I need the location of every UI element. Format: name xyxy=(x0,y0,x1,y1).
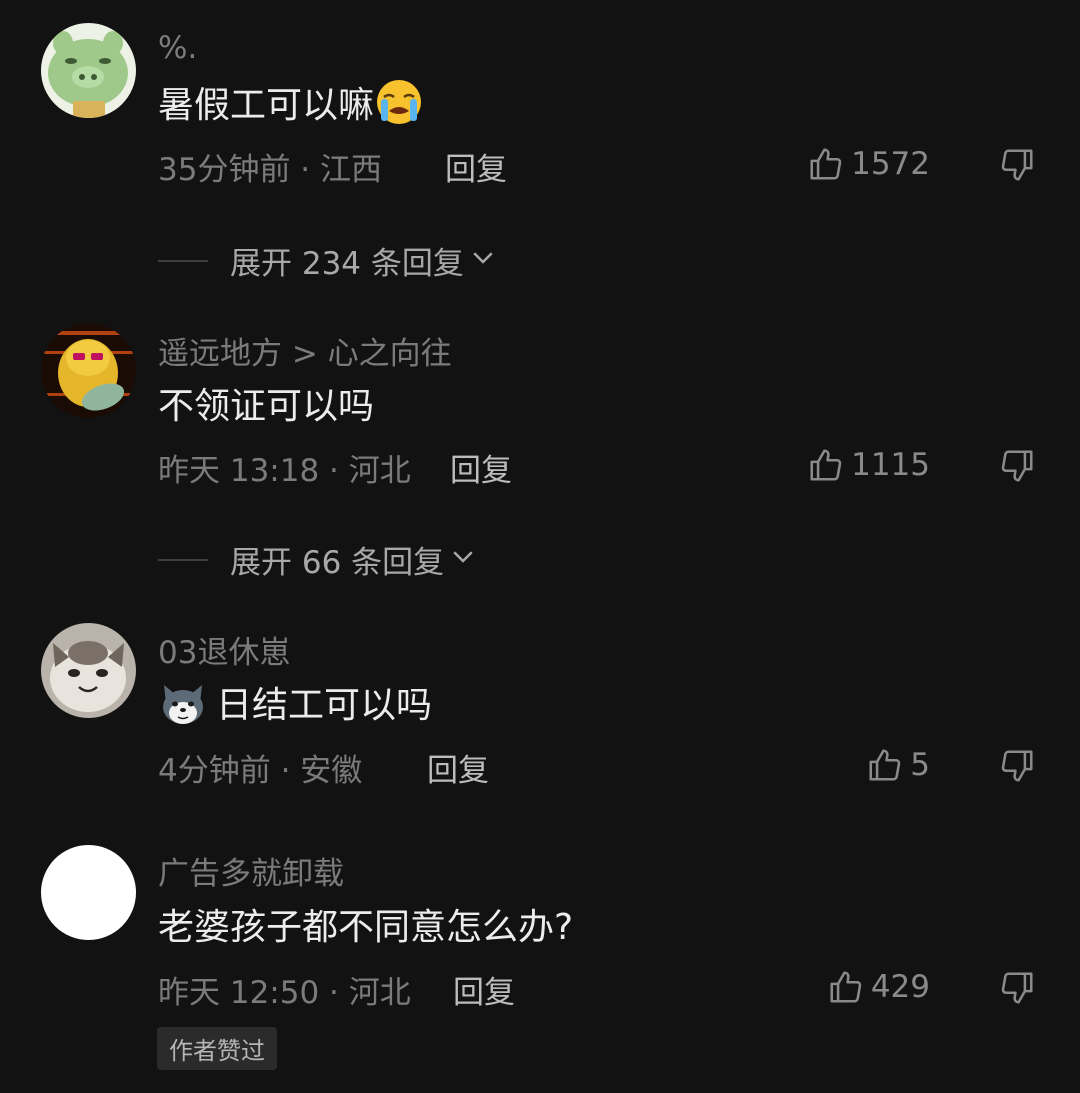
blank-avatar-icon xyxy=(41,845,136,940)
like-button[interactable]: 1115 xyxy=(807,446,930,484)
expand-replies-button[interactable]: 展开 66 条回复 xyxy=(158,537,478,582)
username[interactable]: 广告多就卸载 xyxy=(158,848,344,893)
thumbs-down-icon xyxy=(998,969,1036,1007)
chevron-down-icon xyxy=(464,242,498,280)
comment-meta: 昨天 12:50 · 河北 xyxy=(158,975,411,1011)
reply-button[interactable]: 回复 xyxy=(427,745,489,790)
like-count: 1572 xyxy=(851,146,930,182)
username[interactable]: 遥远地方 > 心之向往 xyxy=(158,328,452,373)
like-button[interactable]: 5 xyxy=(866,746,930,784)
like-button[interactable]: 1572 xyxy=(807,145,930,183)
expand-replies-label: 展开 66 条回复 xyxy=(230,545,445,581)
reply-button[interactable]: 回复 xyxy=(450,445,512,490)
pig-avatar-icon xyxy=(41,23,136,118)
cat-avatar-icon xyxy=(41,623,136,718)
comment-text-body: 日结工可以吗 xyxy=(216,685,433,726)
avatar[interactable] xyxy=(41,845,136,940)
comment-text: 老婆孩子都不同意怎么办? xyxy=(158,898,573,950)
comment-text: 日结工可以吗 xyxy=(158,676,432,728)
comment-meta: 4分钟前 · 安徽 xyxy=(158,753,363,789)
expand-replies-button[interactable]: 展开 234 条回复 xyxy=(158,238,498,283)
thumbs-up-icon xyxy=(827,968,865,1006)
like-count: 1115 xyxy=(851,447,930,483)
reply-button[interactable]: 回复 xyxy=(453,967,515,1012)
avatar[interactable] xyxy=(41,23,136,118)
thumbs-up-icon xyxy=(807,446,845,484)
chevron-down-icon xyxy=(444,541,478,579)
like-count: 429 xyxy=(870,969,930,1005)
husky-face-emoji xyxy=(158,677,208,727)
username[interactable]: 03退休崽 xyxy=(158,627,290,672)
loudly-crying-face-emoji xyxy=(374,77,424,127)
thumbs-up-icon xyxy=(807,145,845,183)
expand-replies-label: 展开 234 条回复 xyxy=(230,246,464,282)
thumbs-down-icon xyxy=(998,447,1036,485)
avatar[interactable] xyxy=(41,623,136,718)
divider-line xyxy=(158,259,208,262)
dislike-button[interactable] xyxy=(998,146,1036,184)
comment-meta: 昨天 13:18 · 河北 xyxy=(158,453,411,489)
divider-line xyxy=(158,558,208,561)
comment-text: 不领证可以吗 xyxy=(158,377,374,429)
comment-text-body: 暑假工可以嘛 xyxy=(158,85,375,126)
dislike-button[interactable] xyxy=(998,747,1036,785)
thumbs-down-icon xyxy=(998,146,1036,184)
comment-text-body: 老婆孩子都不同意怎么办? xyxy=(158,907,574,948)
thumbs-down-icon xyxy=(998,747,1036,785)
dislike-button[interactable] xyxy=(998,447,1036,485)
reply-button[interactable]: 回复 xyxy=(445,144,507,189)
like-button[interactable]: 429 xyxy=(827,968,930,1006)
thumbs-up-icon xyxy=(866,746,904,784)
like-count: 5 xyxy=(910,747,930,783)
username[interactable]: %. xyxy=(158,30,197,66)
comment-text: 暑假工可以嘛 xyxy=(158,76,424,128)
avatar[interactable] xyxy=(41,323,136,418)
dislike-button[interactable] xyxy=(998,969,1036,1007)
gold-cat-avatar-icon xyxy=(41,323,136,418)
author-liked-badge: 作者赞过 xyxy=(157,1027,277,1070)
comment-meta: 35分钟前 · 江西 xyxy=(158,152,383,188)
comment-text-body: 不领证可以吗 xyxy=(158,386,375,427)
